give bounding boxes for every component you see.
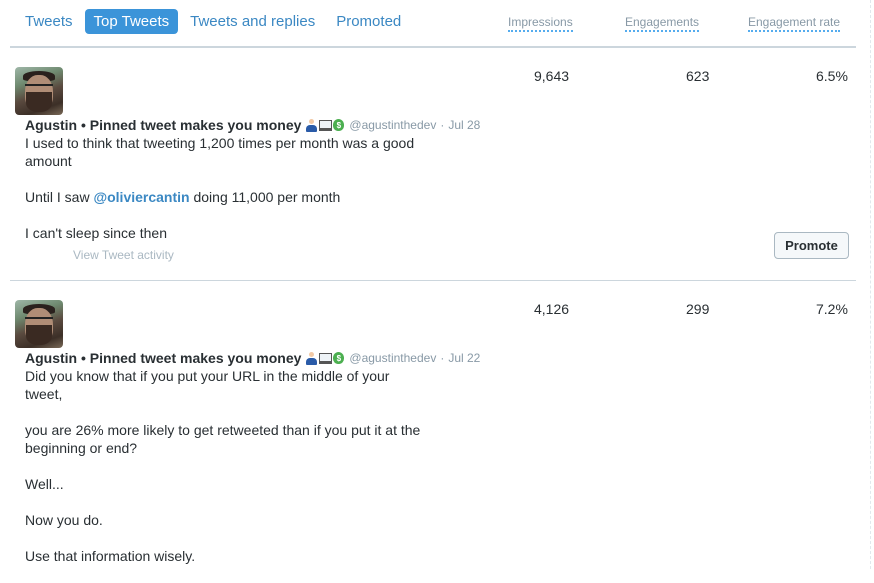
laptop-icon [319,119,333,131]
text-segment: doing 11,000 per month [189,189,341,205]
tab-top-tweets[interactable]: Top Tweets [84,9,179,34]
tab-promoted[interactable]: Promoted [327,9,410,34]
engagement-rate-value: 7.2% [816,301,848,317]
tweet-paragraph: I used to think that tweeting 1,200 time… [25,135,415,169]
money-bag-icon: $ [333,352,345,364]
tweet-paragraph: Well... [25,476,64,492]
tweet-row: Agustin • Pinned tweet makes you money $… [10,281,856,581]
tweet-text: Did you know that if you put your URL in… [25,367,425,583]
view-tweet-activity-link[interactable]: View Tweet activity [73,248,174,262]
tweet-paragraph: you are 26% more likely to get retweeted… [25,422,421,456]
tweet-paragraph: Until I saw @oliviercantin doing 11,000 … [25,188,425,206]
engagement-rate-value: 6.5% [816,68,848,84]
tweet-header: Agustin • Pinned tweet makes you money $… [25,117,480,133]
mention-link[interactable]: @oliviercantin [93,189,189,205]
text-segment: Until I saw [25,189,94,205]
column-impressions[interactable]: Impressions [508,15,573,32]
tweet-paragraph: Did you know that if you put your URL in… [25,368,390,402]
tweets-header: Tweets Top Tweets Tweets and replies Pro… [10,0,856,48]
money-bag-icon: $ [333,119,345,131]
impressions-value: 4,126 [534,301,570,317]
person-icon [305,351,318,365]
avatar[interactable] [15,67,63,115]
tab-tweets-and-replies[interactable]: Tweets and replies [181,9,324,34]
tweet-text: I used to think that tweeting 1,200 time… [25,134,425,260]
scroll-guide [870,0,871,569]
author-handle[interactable]: @agustinthedev [349,351,436,365]
emoji-group: $ [305,118,345,132]
tweet-date[interactable]: Jul 22 [448,351,480,365]
emoji-group: $ [305,351,345,365]
person-icon [305,118,318,132]
avatar[interactable] [15,300,63,348]
tweet-row: Agustin • Pinned tweet makes you money $… [10,48,856,281]
tab-tweets[interactable]: Tweets [16,9,82,34]
tab-bar: Tweets Top Tweets Tweets and replies Pro… [16,9,413,34]
tweet-date[interactable]: Jul 28 [448,118,480,132]
tweet-paragraph: I can't sleep since then [25,225,167,241]
author-name[interactable]: Agustin • Pinned tweet makes you money [25,117,301,133]
engagements-value: 623 [686,68,710,84]
tweet-header: Agustin • Pinned tweet makes you money $… [25,350,480,366]
tweet-paragraph: Use that information wisely. [25,548,196,564]
column-engagement-rate[interactable]: Engagement rate [748,15,841,32]
engagements-value: 299 [686,301,710,317]
separator: · [440,351,445,365]
tweet-paragraph: Now you do. [25,512,103,528]
laptop-icon [319,352,333,364]
author-handle[interactable]: @agustinthedev [349,118,436,132]
separator: · [440,118,445,132]
promote-button[interactable]: Promote [774,232,849,259]
column-engagements[interactable]: Engagements [625,15,700,32]
impressions-value: 9,643 [534,68,570,84]
author-name[interactable]: Agustin • Pinned tweet makes you money [25,350,301,366]
